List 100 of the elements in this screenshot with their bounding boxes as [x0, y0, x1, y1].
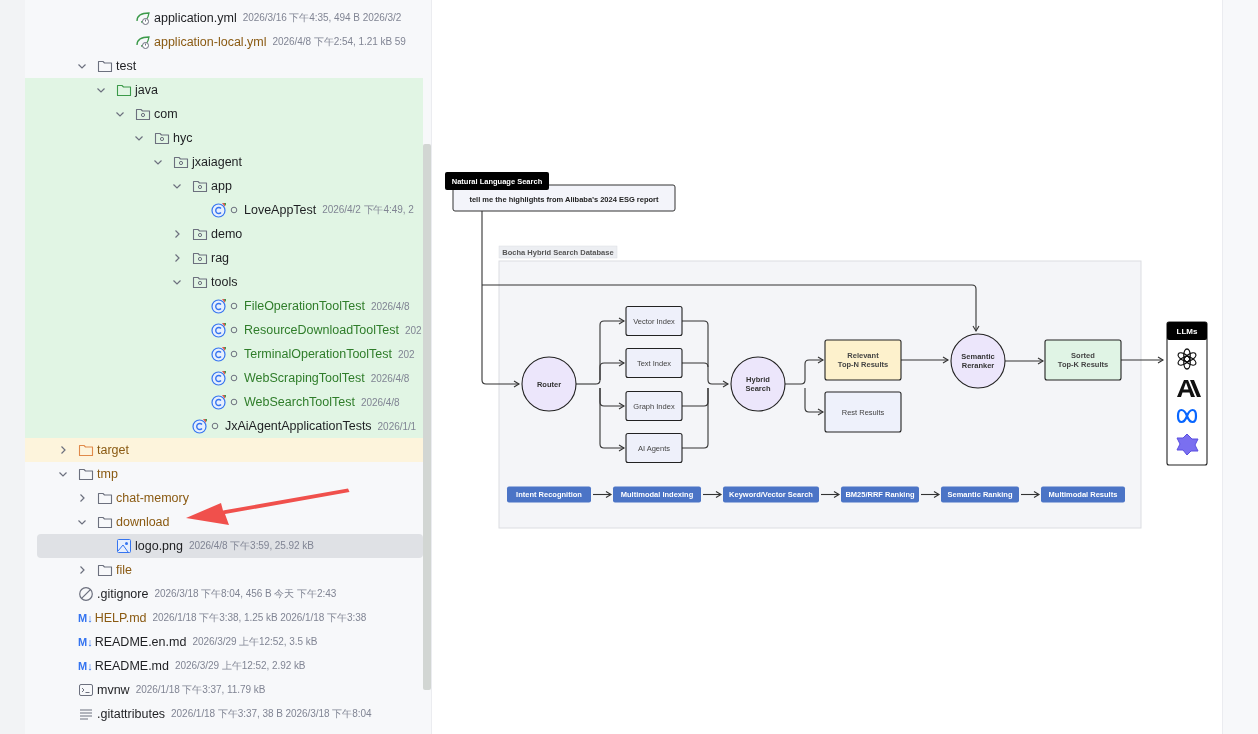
file-name: ResourceDownloadToolTest: [244, 323, 399, 337]
tree-item[interactable]: M↓ README.en.md 2026/3/29 上午12:52, 3.5 kB: [25, 630, 423, 654]
file-name: test: [116, 59, 137, 73]
tree-item[interactable]: FileOperationToolTest 2026/4/8: [25, 294, 423, 318]
circle-icon: [230, 206, 238, 214]
folder-icon: [97, 490, 113, 506]
markdown-icon: M↓: [78, 636, 93, 648]
class-icon: [211, 394, 227, 410]
package-icon: [192, 250, 208, 266]
tree-item[interactable]: WebScrapingToolTest 2026/4/8: [25, 366, 423, 390]
tree-item[interactable]: application.yml 2026/3/16 下午4:35, 494 B 2026/3/2: [25, 6, 423, 30]
tree-item[interactable]: tools: [25, 270, 423, 294]
chevron-icon[interactable]: [58, 445, 68, 455]
tree-item[interactable]: TerminalOperationToolTest 202: [25, 342, 423, 366]
circle-icon: [211, 422, 219, 430]
tree-item[interactable]: .gitattributes 2026/1/18 下午3:37, 38 B 2026/3/18 下午8:04: [25, 702, 423, 726]
file-name: tmp: [97, 467, 118, 481]
circle-icon: [230, 326, 238, 334]
chevron-icon[interactable]: [172, 277, 182, 287]
tree-item[interactable]: application-local.yml 2026/4/8 下午2:54, 1.21 kB 59: [25, 30, 423, 54]
chevron-icon[interactable]: [115, 109, 125, 119]
tree-item[interactable]: M↓ HELP.md 2026/1/18 下午3:38, 1.25 kB 2026/1/18 下午3:38: [25, 606, 423, 630]
tree-item[interactable]: rag: [25, 246, 423, 270]
chevron-icon[interactable]: [77, 517, 87, 527]
file-name: WebScrapingToolTest: [244, 371, 365, 385]
tree-item[interactable]: com: [25, 102, 423, 126]
file-info: 2026/3/29 上午12:52, 3.5 kB: [192, 635, 318, 649]
circle-icon: [230, 398, 238, 406]
markdown-icon: M↓: [78, 612, 93, 624]
file-info: 202: [398, 348, 415, 360]
file-info: 2026/1/18 下午3:37, 11.79 kB: [135, 683, 266, 697]
tree-item[interactable]: chat-memory: [25, 486, 423, 510]
file-info: 2026/4/2 下午4:49, 2: [322, 203, 414, 217]
file-info: 2026/3/18 下午8:04, 456 B 今天 下午2:43: [154, 587, 337, 601]
folder-icon: [97, 514, 113, 530]
package-icon: [192, 274, 208, 290]
package-icon: [173, 154, 189, 170]
scrollbar[interactable]: [423, 144, 431, 690]
tree-item[interactable]: java: [25, 78, 423, 102]
tree-item[interactable]: jxaiagent: [25, 150, 423, 174]
leaf-icon: [135, 34, 151, 50]
file-info: 2026/1/1: [377, 420, 417, 432]
tree-item[interactable]: .gitignore 2026/3/18 下午8:04, 456 B 今天 下午2:43: [25, 582, 423, 606]
tree-item[interactable]: logo.png 2026/4/8 下午3:59, 25.92 kB: [37, 534, 423, 558]
circle-icon: [230, 350, 238, 358]
connector-arrow: [592, 490, 612, 499]
tree-item[interactable]: demo: [25, 222, 423, 246]
chevron-icon[interactable]: [96, 85, 106, 95]
circle-icon: [230, 302, 238, 310]
file-name: WebSearchToolTest: [244, 395, 355, 409]
file-name: TerminalOperationToolTest: [244, 347, 392, 361]
chevron-icon[interactable]: [77, 565, 87, 575]
tree-item[interactable]: target: [25, 438, 423, 462]
tree-item[interactable]: download: [25, 510, 423, 534]
image-icon: [116, 538, 132, 554]
tree-item[interactable]: mvnw 2026/1/18 下午3:37, 11.79 kB: [25, 678, 423, 702]
chevron-icon[interactable]: [77, 493, 87, 503]
chevron-icon[interactable]: [172, 181, 182, 191]
folder-icon: [116, 82, 132, 98]
package-icon: [192, 226, 208, 242]
chevron-icon[interactable]: [134, 133, 144, 143]
folder-icon: [97, 58, 113, 74]
file-name: README.en.md: [94, 635, 187, 649]
tree-item[interactable]: M↓ README.md 2026/3/29 上午12:52, 2.92 kB: [25, 654, 423, 678]
file-info: 2026/3/16 下午4:35, 494 B 2026/3/2: [242, 11, 402, 25]
file-info: 2026/4/8: [370, 300, 410, 312]
markdown-icon: M↓: [78, 660, 93, 672]
chevron-icon[interactable]: [58, 469, 68, 479]
llm-panel-header: LLMs: [1167, 322, 1207, 340]
tree-item[interactable]: file: [25, 558, 423, 582]
chevron-icon[interactable]: [172, 229, 182, 239]
file-name: JxAiAgentApplicationTests: [225, 419, 372, 433]
tree-item[interactable]: WebSearchToolTest 2026/4/8: [25, 390, 423, 414]
class-icon: [192, 418, 208, 434]
chevron-icon[interactable]: [153, 157, 163, 167]
file-name: FileOperationToolTest: [244, 299, 365, 313]
file-name: application-local.yml: [154, 35, 267, 49]
file-name: .gitignore: [97, 587, 149, 601]
file-info: 2026/1/18 下午3:38, 1.25 kB 2026/1/18 下午3:38: [152, 611, 367, 625]
tree-item[interactable]: app: [25, 174, 423, 198]
tree-item[interactable]: test: [25, 54, 423, 78]
text-file-icon: [78, 706, 94, 722]
tree-item[interactable]: LoveAppTest 2026/4/2 下午4:49, 2: [25, 198, 423, 222]
package-icon: [192, 178, 208, 194]
file-info: 2026/4/8: [360, 396, 400, 408]
chevron-icon[interactable]: [77, 61, 87, 71]
connector-arrow: [920, 490, 940, 499]
file-info: 2026/4/8 下午3:59, 25.92 kB: [188, 539, 314, 553]
file-name: chat-memory: [116, 491, 189, 505]
file-name: target: [97, 443, 129, 457]
tree-item[interactable]: hyc: [25, 126, 423, 150]
file-name: download: [116, 515, 170, 529]
tree-item[interactable]: ResourceDownloadToolTest 202: [25, 318, 423, 342]
tree-item[interactable]: tmp: [25, 462, 423, 486]
chevron-icon[interactable]: [172, 253, 182, 263]
file-name: hyc: [173, 131, 193, 145]
tree-item[interactable]: JxAiAgentApplicationTests 2026/1/1: [25, 414, 423, 438]
peak-slash-icon: [1177, 380, 1201, 397]
file-name: logo.png: [135, 539, 183, 553]
package-icon: [154, 130, 170, 146]
